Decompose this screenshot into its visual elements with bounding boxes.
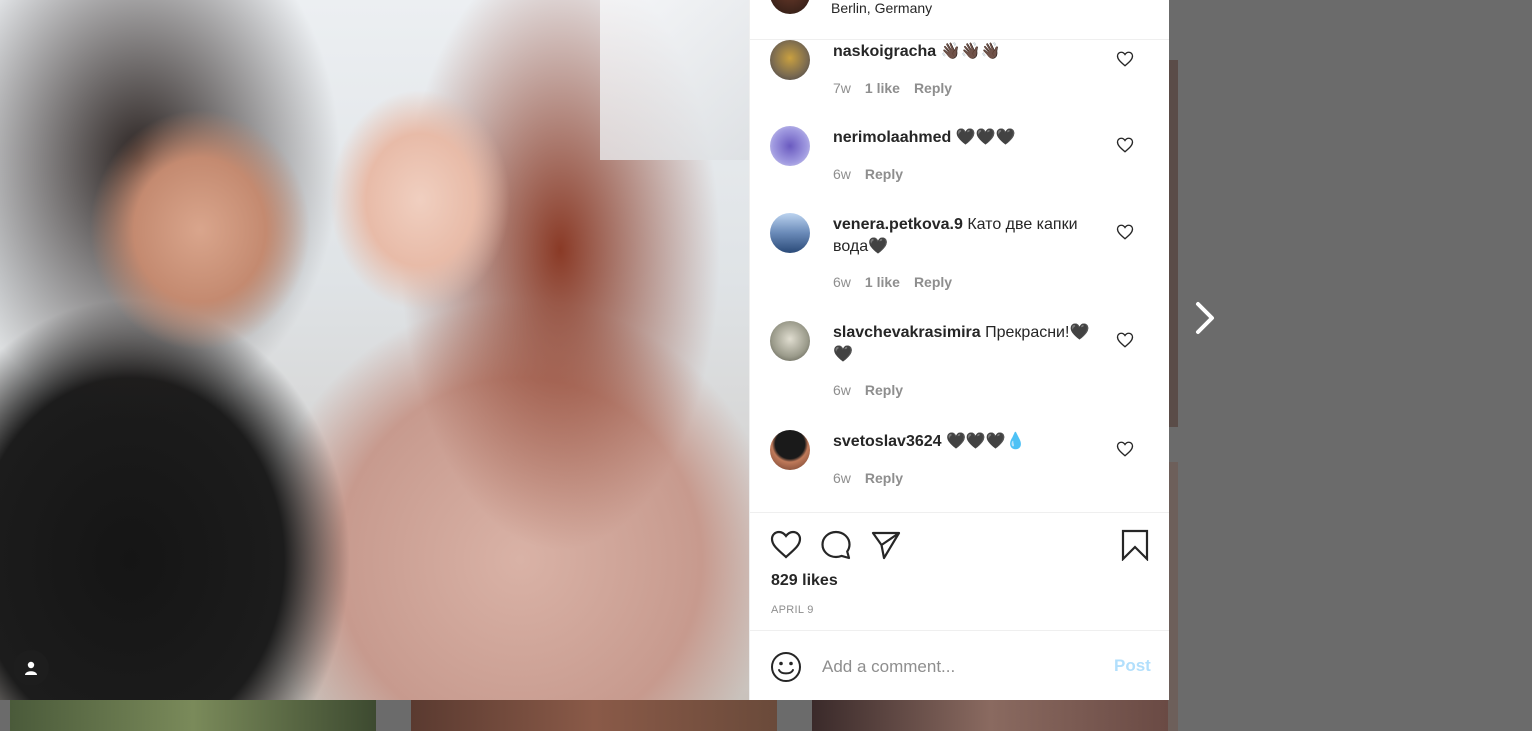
comment-time[interactable]: 6w	[833, 470, 851, 486]
photo-background-light	[600, 0, 749, 160]
grid-thumbnail[interactable]	[1168, 60, 1178, 427]
commenter-username[interactable]: slavchevakrasimira	[833, 324, 981, 341]
comment-time[interactable]: 6w	[833, 274, 851, 290]
add-comment-section: Post	[750, 630, 1169, 701]
commenter-username[interactable]: venera.petkova.9	[833, 216, 963, 233]
post-date[interactable]: APRIL 9	[771, 604, 814, 616]
comment-text: slavchevakrasimira Прекрасни!🖤🖤	[833, 322, 1103, 366]
grid-thumbnail[interactable]	[812, 700, 1168, 731]
commenter-avatar[interactable]	[770, 40, 810, 80]
commenter-username[interactable]: naskoigracha	[833, 43, 936, 60]
reply-button[interactable]: Reply	[865, 382, 903, 398]
commenter-username[interactable]: svetoslav3624	[833, 433, 942, 450]
post-location[interactable]: Berlin, Germany	[831, 0, 932, 16]
comment-icon[interactable]	[820, 529, 852, 561]
share-icon[interactable]	[870, 529, 902, 561]
reply-button[interactable]: Reply	[865, 470, 903, 486]
tagged-users-button[interactable]	[13, 650, 49, 686]
comment-meta: 6w 1 like Reply	[833, 274, 952, 290]
comment-meta: 7w 1 like Reply	[833, 80, 952, 96]
author-avatar[interactable]	[770, 0, 810, 14]
grid-thumbnail[interactable]	[10, 700, 376, 731]
comment-time[interactable]: 6w	[833, 166, 851, 182]
post-actions: 829 likes APRIL 9	[750, 512, 1169, 631]
heart-icon[interactable]	[1116, 136, 1134, 154]
like-button[interactable]	[770, 529, 802, 561]
comment-likes[interactable]: 1 like	[865, 274, 900, 290]
grid-thumbnail[interactable]	[411, 700, 777, 731]
commenter-avatar[interactable]	[770, 430, 810, 470]
comment-meta: 6w Reply	[833, 382, 903, 398]
commenter-avatar[interactable]	[770, 126, 810, 166]
comments-list[interactable]: naskoigracha 👋🏿👋🏿👋🏿 7w 1 like Reply neri…	[750, 40, 1169, 512]
reply-button[interactable]: Reply	[914, 274, 952, 290]
comment-content: 🖤🖤🖤💧	[945, 433, 1026, 450]
heart-icon[interactable]	[1116, 331, 1134, 349]
commenter-username[interactable]: nerimolaahmed	[833, 129, 951, 146]
likes-count[interactable]: 829 likes	[771, 572, 838, 590]
comment-text: naskoigracha 👋🏿👋🏿👋🏿	[833, 41, 1103, 63]
post-header: Berlin, Germany	[750, 0, 1169, 40]
post-details-panel: Berlin, Germany naskoigracha 👋🏿👋🏿👋🏿 7w 1…	[749, 0, 1169, 700]
comment-input[interactable]	[820, 653, 1104, 681]
comment-content: 🖤🖤🖤	[955, 129, 1016, 146]
heart-icon[interactable]	[1116, 440, 1134, 458]
post-photo[interactable]	[0, 0, 749, 700]
comment-text: svetoslav3624 🖤🖤🖤💧	[833, 431, 1103, 453]
heart-icon[interactable]	[1116, 50, 1134, 68]
comment-time[interactable]: 7w	[833, 80, 851, 96]
comment-text: nerimolaahmed 🖤🖤🖤	[833, 127, 1103, 149]
user-icon	[25, 661, 37, 675]
emoji-icon[interactable]	[770, 651, 802, 683]
bookmark-icon[interactable]	[1119, 529, 1151, 561]
comment-meta: 6w Reply	[833, 470, 903, 486]
grid-thumbnail[interactable]	[1168, 462, 1178, 731]
comment-time[interactable]: 6w	[833, 382, 851, 398]
heart-icon[interactable]	[1116, 223, 1134, 241]
post-comment-button[interactable]: Post	[1114, 656, 1151, 676]
comment-meta: 6w Reply	[833, 166, 903, 182]
comment-content: 👋🏿👋🏿👋🏿	[940, 43, 1001, 60]
commenter-avatar[interactable]	[770, 213, 810, 253]
chevron-right-icon[interactable]	[1190, 300, 1220, 336]
reply-button[interactable]: Reply	[865, 166, 903, 182]
commenter-avatar[interactable]	[770, 321, 810, 361]
reply-button[interactable]: Reply	[914, 80, 952, 96]
comment-text: venera.petkova.9 Като две капки вода🖤	[833, 214, 1103, 258]
comment-likes[interactable]: 1 like	[865, 80, 900, 96]
